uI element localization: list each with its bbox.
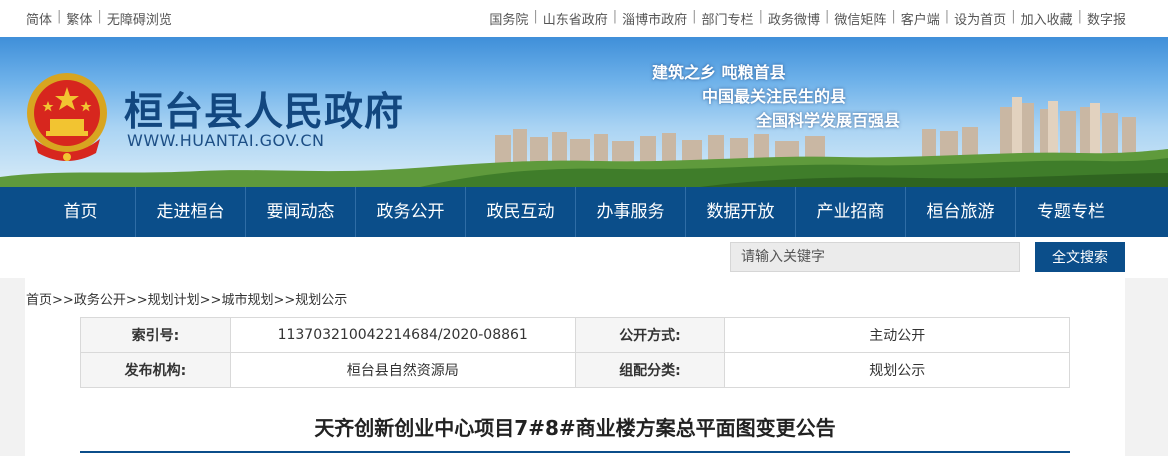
top-utility-bar: 简体 | 繁体 | 无障碍浏览 国务院 | 山东省政府 | 淄博市政府 | 部门专栏 | 政… (0, 0, 1168, 37)
nav-services[interactable]: 办事服务 (576, 187, 686, 237)
wechat-matrix-link[interactable]: 微信矩阵 (834, 9, 886, 28)
nav-about-huantai[interactable]: 走进桓台 (136, 187, 246, 237)
slogan-line-3: 全国科学发展百强县 (756, 111, 901, 130)
nav-interaction[interactable]: 政民互动 (466, 187, 576, 237)
site-url: WWW.HUANTAI.GOV.CN (127, 131, 325, 150)
document-title: 天齐创新创业中心项目7#8#商业楼方案总平面图变更公告 (314, 416, 836, 440)
slogan-line-1: 建筑之乡 吨粮首县 (652, 63, 786, 82)
breadcrumb-gov-affairs[interactable]: 政务公开 (74, 293, 126, 308)
add-favorite-link[interactable]: 加入收藏 (1021, 9, 1073, 28)
breadcrumb-urban-planning[interactable]: 城市规划 (221, 293, 273, 308)
slogan-line-2: 中国最关注民生的县 (702, 87, 847, 106)
nav-tourism[interactable]: 桓台旅游 (906, 187, 1016, 237)
topbar-left-links: 简体 | 繁体 | 无障碍浏览 (26, 9, 172, 28)
header-banner: 桓台县人民政府 WWW.HUANTAI.GOV.CN 建筑之乡 吨粮首县 中国最… (0, 37, 1168, 187)
breadcrumb-planning[interactable]: 规划计划 (148, 293, 200, 308)
table-row: 发布机构: 桓台县自然资源局 组配分类: 规划公示 (80, 352, 1070, 388)
nav-investment[interactable]: 产业招商 (796, 187, 906, 237)
nav-home[interactable]: 首页 (26, 187, 136, 237)
search-input[interactable] (730, 242, 1020, 272)
nav-special-topics[interactable]: 专题专栏 (1016, 187, 1126, 237)
set-homepage-link[interactable]: 设为首页 (954, 9, 1006, 28)
site-name: 桓台县人民政府 (124, 90, 405, 135)
document-metadata-table: 索引号: 11370321004221468​4/2020-08861 公开方式… (80, 317, 1070, 388)
department-column-link[interactable]: 部门专栏 (702, 9, 754, 28)
disclosure-method-value: 主动公开 (724, 317, 1070, 353)
breadcrumb: 首页>>政务公开>>规划计划>>城市规划>>规划公示 (26, 293, 348, 308)
nav-gov-affairs[interactable]: 政务公开 (356, 187, 466, 237)
publisher-value: 桓台县自然资源局 (229, 352, 576, 388)
main-navigation: 首页 走进桓台 要闻动态 政务公开 政民互动 办事服务 数据开放 产业招商 桓台… (0, 187, 1168, 237)
publisher-label: 发布机构: (80, 352, 231, 388)
traditional-chinese-link[interactable]: 繁体 (66, 9, 92, 28)
table-row: 索引号: 11370321004221468​4/2020-08861 公开方式… (80, 317, 1070, 353)
category-label: 组配分类: (574, 352, 726, 388)
shandong-gov-link[interactable]: 山东省政府 (543, 9, 608, 28)
title-divider (80, 451, 1070, 453)
breadcrumb-home[interactable]: 首页 (26, 293, 52, 308)
simplified-chinese-link[interactable]: 简体 (26, 9, 52, 28)
zibo-gov-link[interactable]: 淄博市政府 (622, 9, 687, 28)
digital-newspaper-link[interactable]: 数字报 (1087, 9, 1126, 28)
breadcrumb-planning-notice[interactable]: 规划公示 (295, 293, 347, 308)
client-app-link[interactable]: 客户端 (901, 9, 940, 28)
topbar-right-links: 国务院 | 山东省政府 | 淄博市政府 | 部门专栏 | 政务微博 | 微信矩阵 | 客户端… (489, 9, 1126, 28)
national-emblem-icon (27, 73, 107, 161)
category-value: 规划公示 (724, 352, 1070, 388)
index-number-value: 11370321004221468​4/2020-08861 (229, 317, 576, 353)
index-number-label: 索引号: (80, 317, 231, 353)
nav-open-data[interactable]: 数据开放 (686, 187, 796, 237)
nav-news[interactable]: 要闻动态 (246, 187, 356, 237)
gov-weibo-link[interactable]: 政务微博 (768, 9, 820, 28)
accessibility-link[interactable]: 无障碍浏览 (107, 9, 172, 28)
full-text-search-button[interactable]: 全文搜索 (1035, 242, 1125, 272)
state-council-link[interactable]: 国务院 (489, 9, 528, 28)
disclosure-method-label: 公开方式: (574, 317, 726, 353)
